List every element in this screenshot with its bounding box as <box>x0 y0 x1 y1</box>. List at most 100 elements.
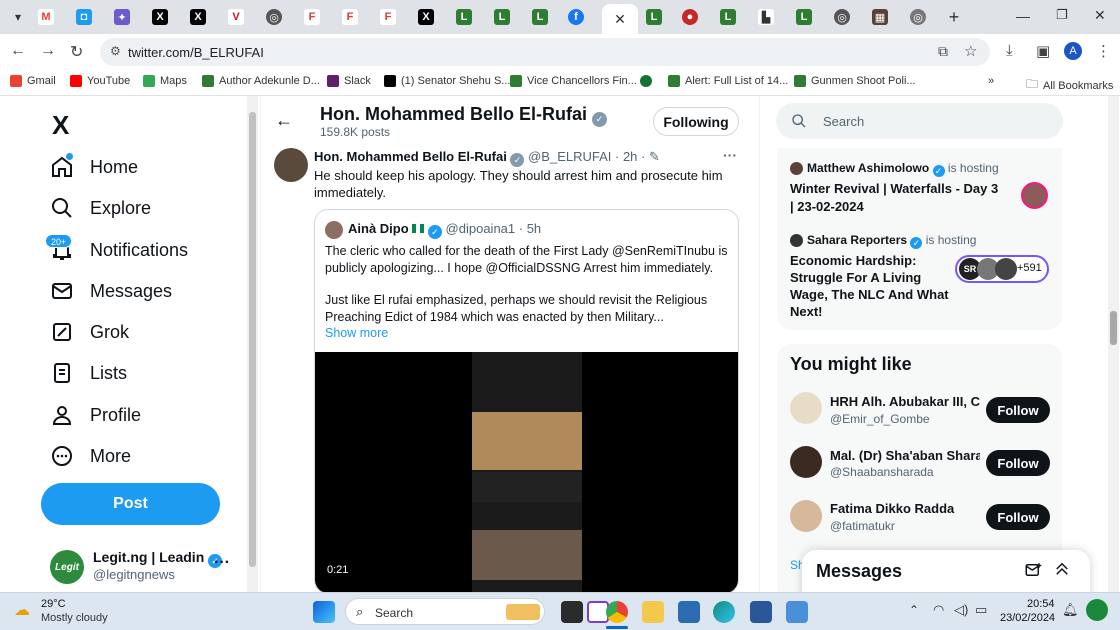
suggestion-avatar[interactable] <box>790 500 822 532</box>
tweet-author-name[interactable]: Hon. Mohammed Bello El-Rufai <box>314 149 507 164</box>
tweet-avatar[interactable] <box>274 148 308 182</box>
bookmark-gmail[interactable]: Gmail <box>10 75 56 87</box>
follow-button[interactable]: Follow <box>986 450 1050 476</box>
clock-time[interactable]: 20:54 <box>1027 598 1055 610</box>
weather-desc[interactable]: Mostly cloudy <box>41 612 108 624</box>
back-arrow-icon[interactable]: ← <box>10 42 26 60</box>
tab-globe-2[interactable]: ◎ <box>828 6 856 28</box>
sidebar-item-home[interactable]: Home <box>50 155 138 179</box>
page-scrollbar[interactable] <box>1108 96 1119 592</box>
tab-globe[interactable]: ◎ <box>260 6 288 28</box>
tab-legit-1[interactable]: L <box>450 6 478 28</box>
tab-red[interactable]: ● <box>676 6 704 28</box>
file-explorer-icon[interactable] <box>642 601 664 623</box>
volume-icon[interactable]: ◁) <box>954 602 968 618</box>
bookmark-author[interactable]: Author Adekunle D... <box>202 75 320 87</box>
site-info-icon[interactable]: ⚙ <box>110 44 121 58</box>
windows-start-icon[interactable] <box>313 601 335 623</box>
close-window-icon[interactable]: ✕ <box>1094 7 1106 24</box>
back-arrow-icon[interactable]: ← <box>275 110 293 131</box>
show-more-link[interactable]: Show more <box>325 326 388 340</box>
tab-facebook[interactable]: f <box>562 6 590 28</box>
edge-icon[interactable] <box>713 601 735 623</box>
photos-icon[interactable] <box>786 601 808 623</box>
taskbar-search[interactable]: ⌕ Search <box>345 598 545 625</box>
tab-active-close[interactable]: ✕ <box>602 4 638 34</box>
forward-arrow-icon[interactable]: → <box>40 42 56 60</box>
follow-button[interactable]: Follow <box>986 504 1050 530</box>
bookmark-youtube[interactable]: YouTube <box>70 75 130 87</box>
bookmark-chrome[interactable] <box>640 75 652 87</box>
tab-dark[interactable]: ▦ <box>866 6 894 28</box>
account-switcher[interactable]: Legit.ng | Leadin ✓ <box>93 549 223 568</box>
url-text[interactable]: twitter.com/B_ELRUFAI <box>128 45 264 60</box>
video-player[interactable]: 0:21 <box>315 352 738 592</box>
following-button[interactable]: Following <box>653 107 739 136</box>
sidebar-item-profile[interactable]: Profile <box>50 403 141 427</box>
task-view-icon[interactable] <box>561 601 583 623</box>
bookmark-vice[interactable]: Vice Chancellors Fin... <box>510 75 637 87</box>
minimize-icon[interactable]: — <box>1016 8 1030 24</box>
sidebar-item-explore[interactable]: Explore <box>50 196 151 220</box>
post-button[interactable]: Post <box>41 483 220 525</box>
weather-temp[interactable]: 29°C <box>41 598 66 610</box>
tab-legit-5[interactable]: L <box>714 6 742 28</box>
close-icon[interactable]: ✕ <box>614 11 626 28</box>
tweet-author-handle[interactable]: @B_ELRUFAI <box>528 149 611 164</box>
word-icon[interactable] <box>750 601 772 623</box>
cast-icon[interactable]: ⧉ <box>938 43 948 60</box>
news-widget-icon[interactable] <box>1086 599 1108 621</box>
chevron-up-icon[interactable]: ⌃ <box>909 603 919 617</box>
tab-x-2[interactable]: X <box>184 6 212 28</box>
clock-date[interactable]: 23/02/2024 <box>1000 612 1055 624</box>
chrome-icon[interactable] <box>606 601 628 623</box>
tab-legit-6[interactable]: L <box>790 6 818 28</box>
tab-x-3[interactable]: X <box>412 6 440 28</box>
tab-x-1[interactable]: X <box>146 6 174 28</box>
tab-legit-2[interactable]: L <box>488 6 516 28</box>
weather-icon[interactable]: ☁ <box>14 600 30 620</box>
bookmark-alert[interactable]: Alert: Full List of 14... <box>668 75 788 87</box>
space-1-title[interactable]: Winter Revival | Waterfalls - Day 3 | 23… <box>790 180 1005 216</box>
tweet-time[interactable]: · 2h · <box>615 149 645 164</box>
space-2-listeners[interactable]: SR +591 <box>955 255 1049 283</box>
quoted-tweet[interactable]: Ainà Dipo ✓ @dipoaina1 · 5h The cleric w… <box>314 209 739 592</box>
left-scrollbar[interactable] <box>247 96 258 592</box>
new-message-icon[interactable] <box>1024 561 1042 579</box>
messages-drawer[interactable]: Messages <box>802 550 1090 592</box>
tab-f-3[interactable]: F <box>374 6 402 28</box>
bookmark-gunmen[interactable]: Gunmen Shoot Poli... <box>794 75 916 87</box>
suggestion-avatar[interactable] <box>790 446 822 478</box>
tab-search-menu[interactable]: ▾ <box>4 6 32 28</box>
search-box[interactable]: Search <box>776 103 1063 139</box>
suggestion-1-name[interactable]: HRH Alh. Abubakar III, CI <box>830 394 980 409</box>
sidepanel-icon[interactable]: ▣ <box>1036 42 1050 60</box>
bookmarks-overflow[interactable]: » <box>988 75 994 87</box>
tweet-more-icon[interactable]: ··· <box>723 147 737 163</box>
tab-2[interactable]: ✦ <box>108 6 136 28</box>
space-1-speaker-avatar[interactable] <box>1021 182 1048 209</box>
star-icon[interactable]: ☆ <box>964 42 977 60</box>
bookmark-slack[interactable]: Slack <box>327 75 371 87</box>
space-2-title[interactable]: Economic Hardship: Struggle For A Living… <box>790 252 955 320</box>
wifi-icon[interactable]: ◠ <box>933 602 944 618</box>
profile-avatar[interactable]: A <box>1064 42 1082 60</box>
store-icon[interactable] <box>678 601 700 623</box>
battery-icon[interactable]: ▭ <box>975 602 987 618</box>
suggestion-avatar[interactable] <box>790 392 822 424</box>
sidebar-item-lists[interactable]: Lists <box>50 361 127 385</box>
notification-bell-icon[interactable]: 🔔︎ <box>1062 602 1079 618</box>
tab-gmail[interactable]: M <box>32 6 60 28</box>
address-bar[interactable]: ⚙ twitter.com/B_ELRUFAI <box>100 38 990 66</box>
tab-chart[interactable]: ▙ <box>752 6 780 28</box>
x-logo[interactable]: X <box>52 110 69 141</box>
left-scrollbar-thumb[interactable] <box>249 112 256 567</box>
tab-1[interactable]: ◘ <box>70 6 98 28</box>
menu-dots-icon[interactable]: ⋮ <box>1096 42 1111 60</box>
new-tab-button[interactable]: + <box>940 6 968 28</box>
restore-icon[interactable]: ❐ <box>1056 7 1068 23</box>
sidebar-item-more[interactable]: More <box>50 444 131 468</box>
tab-legit-4[interactable]: L <box>640 6 668 28</box>
tab-globe-3[interactable]: ◎ <box>904 6 932 28</box>
tab-legit-3[interactable]: L <box>526 6 554 28</box>
